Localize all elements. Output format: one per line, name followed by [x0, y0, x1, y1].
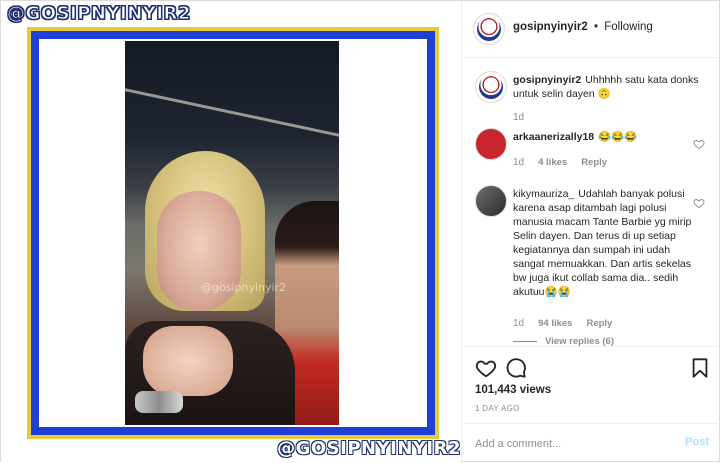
watermark-top: @GOSIPNYINYIR2 [7, 3, 191, 25]
like-heart-icon[interactable] [693, 138, 705, 150]
following-button[interactable]: Following [604, 21, 653, 33]
view-count[interactable]: 101,443 views [475, 384, 551, 396]
comment-emoji: 😂😂😂 [598, 131, 638, 143]
add-comment-input[interactable] [475, 435, 665, 453]
comment-text: gosipnyinyir2 Uhhhhh satu kata donks untu… [513, 73, 699, 101]
video-player[interactable]: @gosipnyinyir2 [125, 41, 339, 425]
post-sidebar: gosipnyinyir2 • Following gosipnyinyir2 U… [463, 1, 720, 463]
comment-time[interactable]: 1d [513, 318, 524, 329]
comment-meta: 1d [513, 112, 524, 123]
comment-username[interactable]: gosipnyinyir2 [513, 74, 581, 86]
comment-username[interactable]: arkaanerizally18 [513, 131, 594, 143]
like-heart-icon[interactable] [475, 357, 497, 379]
avatar[interactable] [475, 71, 507, 103]
post-header: gosipnyinyir2 • Following [463, 1, 720, 58]
comment-body: Udahlah banyak polusi karena asap ditamb… [513, 188, 692, 298]
reply-button[interactable]: Reply [586, 318, 612, 329]
view-replies-button[interactable]: View replies (6) [513, 336, 614, 346]
video-watermark: @gosipnyinyir2 [201, 281, 287, 294]
instagram-post-modal: @GOSIPNYINYIR2 @gosipnyinyir2 @GOSIPNYIN… [0, 0, 720, 463]
watermark-bottom: @GOSIPNYINYIR2 [277, 438, 461, 459]
comment-time[interactable]: 1d [513, 157, 524, 168]
like-heart-icon[interactable] [693, 197, 705, 209]
comment-meta: 1d 94 likes Reply [513, 318, 612, 329]
comment-emoji: 🙃 [597, 88, 611, 100]
comment-meta: 1d 4 likes Reply [513, 157, 607, 168]
add-comment-bar: Post [463, 423, 720, 463]
comment-time[interactable]: 1d [513, 112, 524, 123]
comment-bubble-icon[interactable] [505, 357, 527, 379]
reply-button[interactable]: Reply [581, 157, 607, 168]
hands [143, 326, 233, 396]
comment-likes[interactable]: 4 likes [538, 157, 567, 168]
post-button[interactable]: Post [685, 436, 709, 448]
wrist-watch [135, 391, 183, 413]
avatar[interactable] [475, 185, 507, 217]
post-timestamp[interactable]: 1 DAY AGO [475, 404, 520, 413]
username-link[interactable]: gosipnyinyir2 [513, 21, 588, 33]
avatar[interactable] [475, 128, 507, 160]
comment-likes[interactable]: 94 likes [538, 318, 572, 329]
view-replies-label: View replies (6) [545, 336, 614, 346]
separator-dot: • [593, 21, 599, 33]
header-user: gosipnyinyir2 • Following [513, 21, 653, 33]
comment-emoji: 😭😭 [544, 286, 571, 298]
comment-text: kikymauriza_ Udahlah banyak polusi karena… [513, 187, 699, 299]
post-media[interactable]: @GOSIPNYINYIR2 @gosipnyinyir2 @GOSIPNYIN… [1, 1, 462, 463]
avatar[interactable] [473, 13, 505, 45]
comments-list[interactable]: gosipnyinyir2 Uhhhhh satu kata donks untu… [463, 58, 720, 346]
replies-line [513, 341, 537, 342]
comment-text: arkaanerizally18 😂😂😂 [513, 130, 699, 144]
comment-username[interactable]: kikymauriza_ [513, 188, 574, 200]
bookmark-icon[interactable] [689, 357, 711, 379]
